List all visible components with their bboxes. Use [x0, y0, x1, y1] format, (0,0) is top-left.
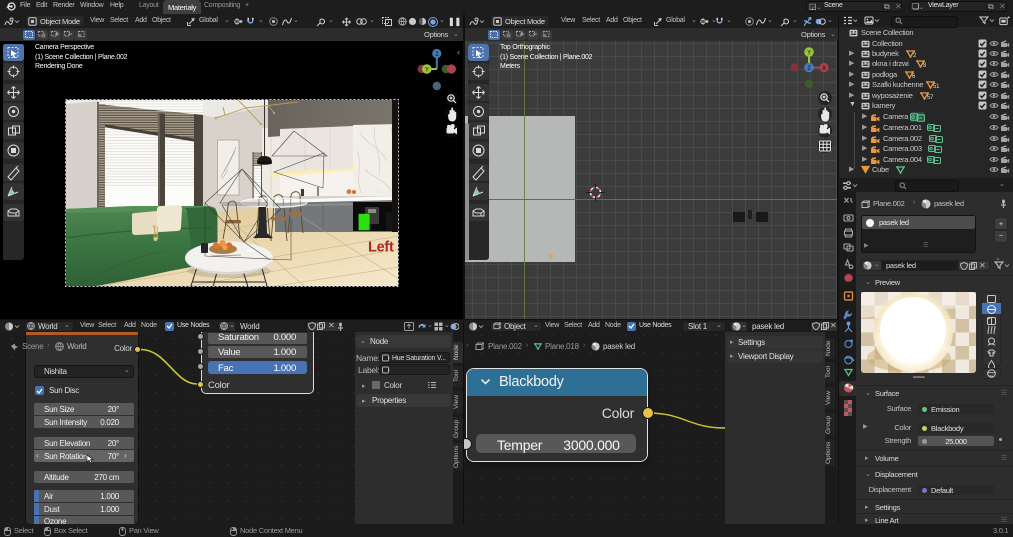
- svg-text:Left: Left: [368, 240, 394, 256]
- svg-text:Y: Y: [425, 68, 429, 74]
- svg-text:Z: Z: [807, 66, 811, 72]
- svg-text:Z: Z: [435, 52, 439, 58]
- svg-text:Y: Y: [807, 51, 811, 57]
- svg-text:X: X: [822, 66, 826, 72]
